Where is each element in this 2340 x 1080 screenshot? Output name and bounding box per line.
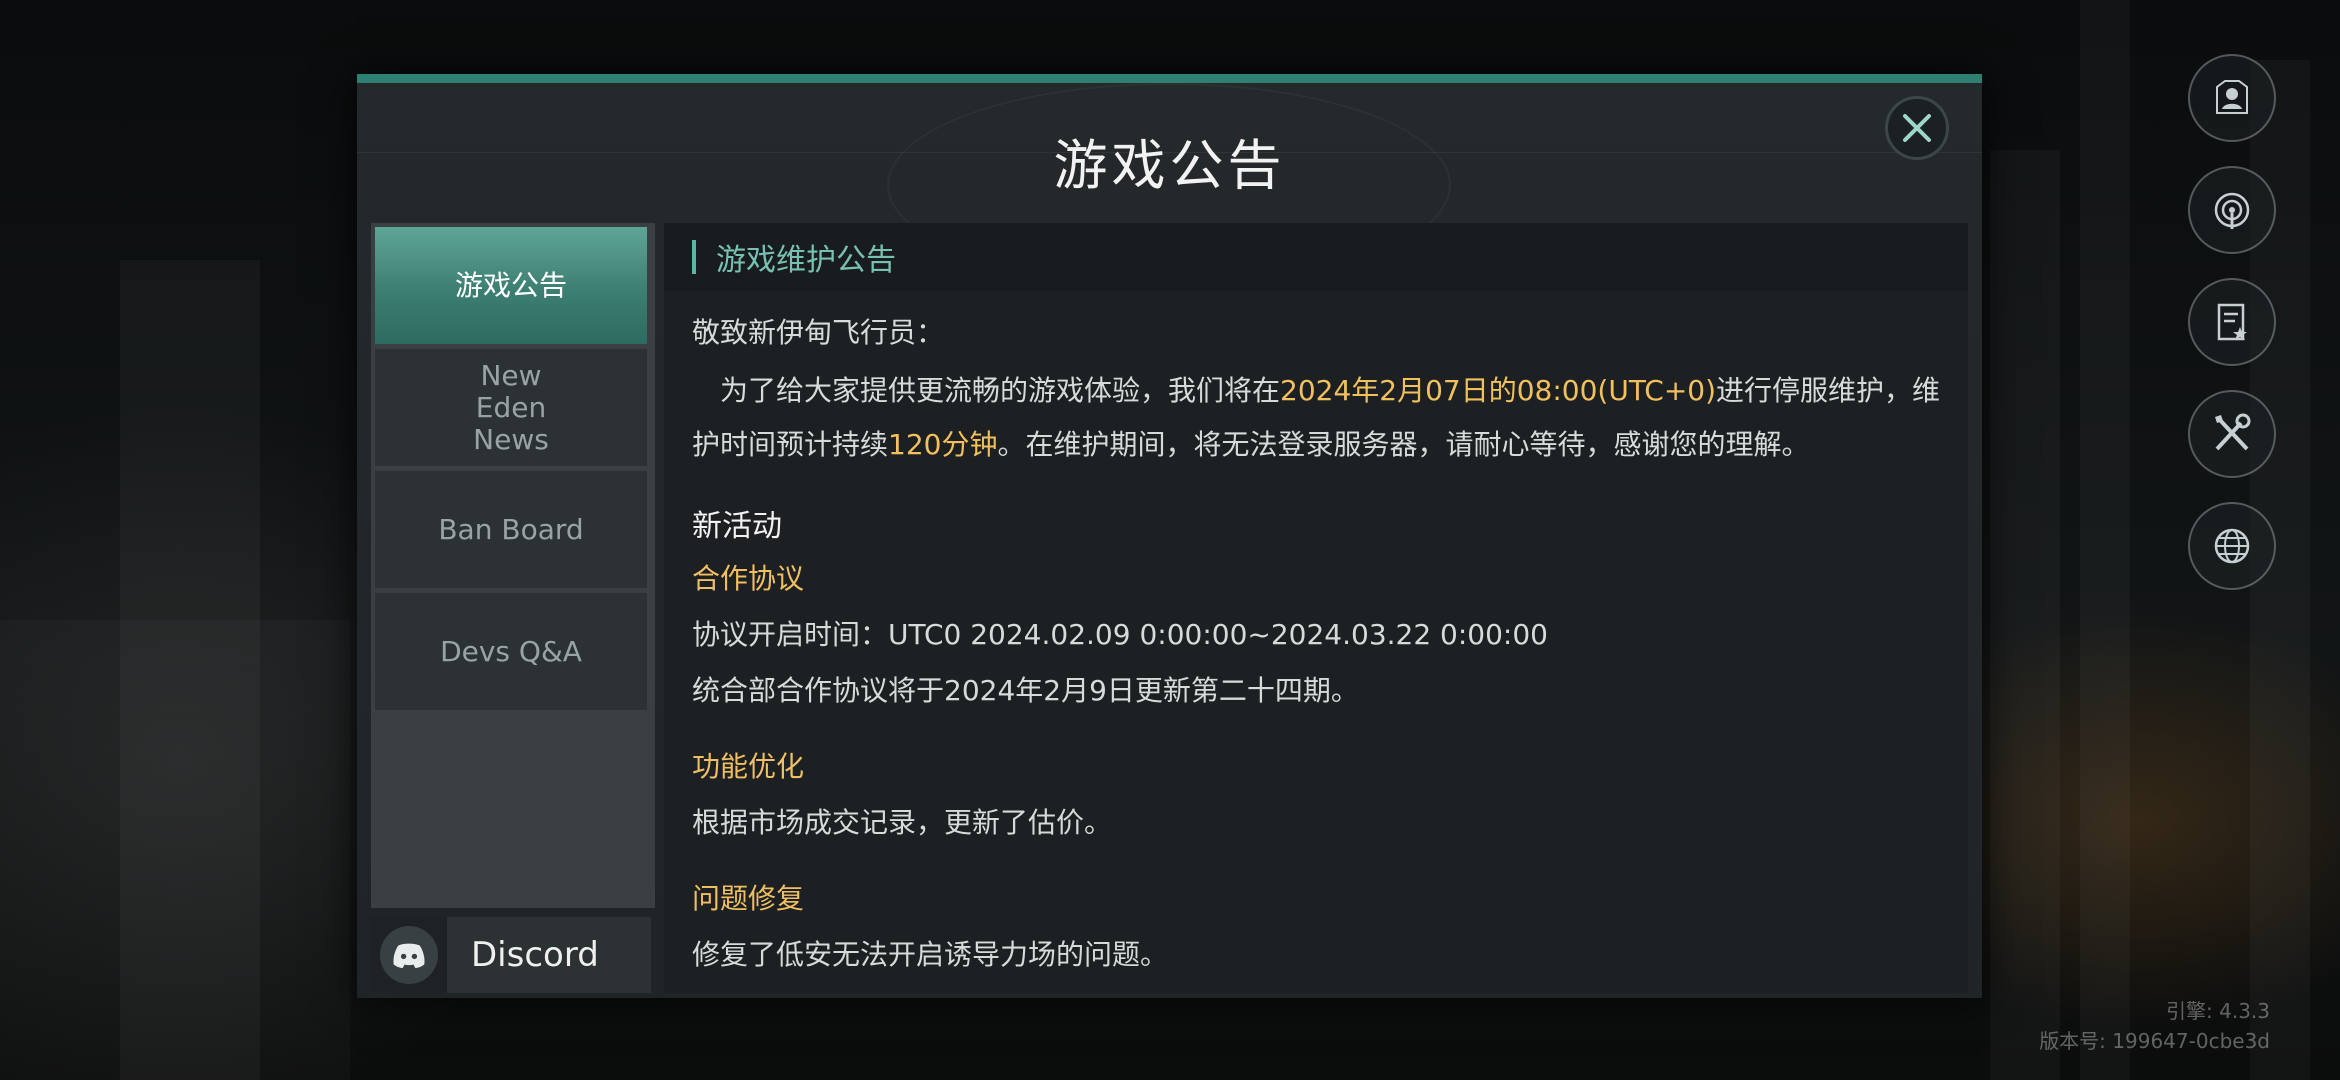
- paragraph-text: 为了给大家提供更流畅的游戏体验，我们将在: [720, 374, 1281, 407]
- discord-icon: [380, 926, 438, 984]
- bg-building: [1990, 150, 2060, 1080]
- tab-label: Ban Board: [438, 512, 584, 546]
- bg-building: [2080, 0, 2130, 1080]
- bg-building: [0, 620, 350, 1080]
- signal-button[interactable]: [2188, 166, 2276, 254]
- coop-time: 协议开启时间：UTC0 2024.02.09 0:00:00~2024.03.2…: [692, 618, 1548, 651]
- content-title: 游戏维护公告: [716, 243, 896, 278]
- tab-label: Devs Q&A: [440, 634, 582, 668]
- maintenance-paragraph-line1: 为了给大家提供更流畅的游戏体验，我们将在2024年2月07日的08:00(UTC…: [720, 369, 1940, 409]
- header-accent-bar: [692, 240, 696, 274]
- tab-label: New Eden News: [473, 358, 549, 456]
- settings-button[interactable]: [2188, 390, 2276, 478]
- greeting-text: 敬致新伊甸飞行员：: [692, 316, 945, 349]
- fix-title: 问题修复: [692, 882, 805, 915]
- signal-icon: [2214, 192, 2250, 229]
- fix-description: 修复了低安无法开启诱导力场的问题。: [692, 938, 1169, 971]
- feature-title: 功能优化: [692, 750, 805, 783]
- tab-label: 游戏公告: [454, 268, 567, 302]
- language-button[interactable]: [2188, 502, 2276, 590]
- build-version: 版本号: 199647-0cbe3d: [2039, 1029, 2270, 1053]
- discord-icon-wrap: [371, 917, 447, 993]
- paragraph-text: 进行停服维护，维: [1716, 374, 1941, 407]
- document-star-icon: [2217, 303, 2247, 341]
- notes-button[interactable]: [2188, 278, 2276, 366]
- maintenance-time: 2024年2月07日的08:00(UTC+0): [1280, 374, 1717, 407]
- tab-game-announcement[interactable]: 游戏公告: [375, 227, 647, 344]
- dialog-title: 游戏公告: [1053, 134, 1286, 197]
- discord-label: Discord: [471, 935, 599, 975]
- tab-new-eden-news[interactable]: New Eden News: [375, 349, 647, 466]
- maintenance-paragraph-line2: 护时间预计持续120分钟。在维护期间，将无法登录服务器，请耐心等待，感谢您的理解…: [692, 423, 1809, 463]
- close-button[interactable]: [1885, 96, 1949, 160]
- build-info: 引擎: 4.3.3 版本号: 199647-0cbe3d: [2039, 996, 2270, 1056]
- tab-ban-board[interactable]: Ban Board: [375, 471, 647, 588]
- paragraph-text: 护时间预计持续: [692, 428, 889, 461]
- coop-title: 合作协议: [692, 562, 805, 595]
- discord-button[interactable]: Discord: [371, 917, 651, 993]
- tools-icon: [2215, 413, 2251, 451]
- announcement-tabs: 游戏公告 New Eden News Ban Board Devs Q&A: [371, 223, 655, 908]
- engine-version: 引擎: 4.3.3: [2166, 999, 2270, 1023]
- announcement-dialog: 游戏公告 游戏公告 New Eden News Ban Board Devs Q…: [357, 74, 1982, 998]
- profile-button[interactable]: [2188, 54, 2276, 142]
- feature-description: 根据市场成交记录，更新了估价。: [692, 806, 1113, 839]
- maintenance-duration: 120分钟: [888, 428, 998, 461]
- profile-icon: [2216, 80, 2248, 114]
- globe-icon: [2214, 528, 2250, 564]
- close-icon: [1903, 114, 1931, 142]
- announcement-content[interactable]: 游戏维护公告 敬致新伊甸飞行员： 为了给大家提供更流畅的游戏体验，我们将在202…: [664, 223, 1968, 993]
- content-header: 游戏维护公告: [664, 223, 1968, 291]
- paragraph-text: 。在维护期间，将无法登录服务器，请耐心等待，感谢您的理解。: [997, 428, 1810, 461]
- tab-devs-qa[interactable]: Devs Q&A: [375, 593, 647, 710]
- game-screen: 引擎: 4.3.3 版本号: 199647-0cbe3d 游戏公告 游戏公告 N…: [0, 0, 2340, 1080]
- new-activity-heading: 新活动: [692, 509, 782, 544]
- coop-description: 统合部合作协议将于2024年2月9日更新第二十四期。: [692, 674, 1359, 707]
